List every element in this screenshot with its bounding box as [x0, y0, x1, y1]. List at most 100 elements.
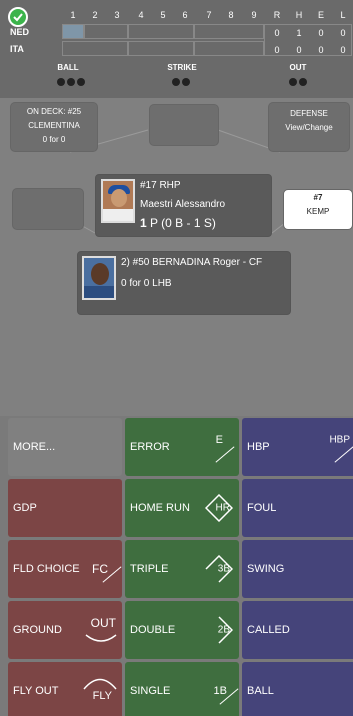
ground-arc-icon [85, 634, 117, 642]
single-tag: 1B [213, 685, 227, 697]
error-tag: E [215, 434, 223, 446]
hbp-label: HBP [247, 441, 270, 453]
batter-stats: 0 for 0 LHB [121, 278, 172, 289]
pitcher-number: #17 RHP [140, 180, 181, 191]
foul-label: FOUL [247, 502, 277, 514]
home-run-tag: HR [215, 502, 230, 514]
fly-out-button[interactable]: FLY OUT FLY [8, 662, 122, 716]
runs-away: 0 [274, 28, 280, 38]
catcher-number: #7 [313, 193, 323, 202]
hits-home: 0 [296, 45, 302, 55]
errors-home: 0 [318, 45, 324, 55]
inning-header: 1 [70, 10, 76, 20]
out-count-label: OUT [289, 63, 307, 72]
called-button[interactable]: CALLED [242, 601, 353, 659]
fly-out-label: FLY OUT [13, 685, 59, 697]
fld-choice-label: FLD CHOICE [13, 563, 80, 575]
ground-button[interactable]: GROUND OUT [8, 601, 122, 659]
called-label: CALLED [247, 624, 290, 636]
errors-away: 0 [318, 28, 324, 38]
ground-label: GROUND [13, 624, 62, 636]
pitch-count-total: 1 [140, 216, 147, 230]
double-label: DOUBLE [130, 624, 176, 636]
gdp-button[interactable]: GDP [8, 479, 122, 537]
inning-cell [194, 24, 264, 39]
inning-header: 9 [251, 10, 257, 20]
pitch-count-detail: P (0 B - 1 S) [150, 216, 216, 230]
triple-tag: 3B [217, 563, 230, 575]
second-base-box[interactable] [149, 104, 219, 146]
pitcher-photo [101, 179, 135, 223]
on-deck-name: CLEMENTINA [28, 121, 80, 130]
on-deck-stats: 0 for 0 [42, 135, 66, 144]
ball-label: BALL [247, 685, 274, 697]
more-label: MORE... [13, 441, 56, 453]
errors-header: E [317, 10, 324, 20]
lob-header: L [340, 10, 346, 20]
slash-icon [334, 446, 353, 463]
inning-cell [194, 41, 264, 56]
inning-header: 4 [138, 10, 144, 20]
inning-header: 8 [228, 10, 234, 20]
pitch-count: 1 P (0 B - 1 S) [140, 216, 216, 230]
ball-button[interactable]: BALL [242, 662, 353, 716]
strike-dots [172, 78, 190, 86]
lob-away: 0 [340, 28, 346, 38]
inning-header: 5 [160, 10, 166, 20]
home-run-button[interactable]: HOME RUN HR [125, 479, 239, 537]
strike-count-label: STRIKE [167, 63, 197, 72]
hits-header: H [295, 10, 303, 20]
third-base-box[interactable] [12, 188, 84, 230]
ground-tag: OUT [90, 616, 116, 630]
team-name-home: ITA [10, 44, 24, 54]
triple-label: TRIPLE [130, 563, 169, 575]
pitcher-name: Maestri Alessandro [140, 199, 226, 210]
error-button[interactable]: ERROR E [125, 418, 239, 476]
scoreboard: 1 2 3 4 5 6 7 8 9 R H E L NED ITA 0 1 0 … [0, 0, 353, 98]
slash-icon [215, 446, 235, 463]
hits-away: 1 [296, 28, 302, 38]
swing-button[interactable]: SWING [242, 540, 353, 598]
fly-arc-icon [83, 678, 117, 690]
double-tag: 2B [217, 624, 230, 636]
batter-photo [82, 256, 116, 300]
hbp-tag: HBP [329, 434, 350, 446]
team-name-away: NED [10, 27, 30, 37]
foul-button[interactable]: FOUL [242, 479, 353, 537]
hbp-button[interactable]: HBP HBP [242, 418, 353, 476]
gdp-label: GDP [13, 502, 37, 514]
defense-label: DEFENSE [290, 109, 328, 118]
home-run-label: HOME RUN [130, 502, 190, 514]
fld-choice-button[interactable]: FLD CHOICE FC [8, 540, 122, 598]
batter-name: 2) #50 BERNADINA Roger - CF [121, 257, 263, 268]
ball-dots [57, 78, 85, 86]
inning-header: 6 [182, 10, 188, 20]
catcher-info: #7 KEMP [283, 191, 353, 219]
more-button[interactable]: MORE... [8, 418, 122, 476]
inning-cell [128, 41, 194, 56]
swing-label: SWING [247, 563, 285, 575]
lob-home: 0 [340, 45, 346, 55]
fld-choice-tag: FC [92, 562, 108, 576]
runs-home: 0 [274, 45, 280, 55]
single-button[interactable]: SINGLE 1B [125, 662, 239, 716]
check-icon[interactable] [8, 7, 28, 27]
runs-header: R [273, 10, 281, 20]
out-dots [289, 78, 307, 86]
field-view: ON DECK: #25 CLEMENTINA 0 for 0 DEFENSE … [0, 98, 353, 416]
catcher-name: KEMP [306, 207, 330, 216]
on-deck-number: ON DECK: #25 [26, 107, 82, 116]
defense-action: View/Change [285, 123, 333, 132]
on-deck-info: ON DECK: #25 CLEMENTINA 0 for 0 [10, 105, 98, 147]
triple-button[interactable]: TRIPLE 3B [125, 540, 239, 598]
inning-header: 7 [206, 10, 212, 20]
inning-cell [128, 24, 194, 39]
error-label: ERROR [130, 441, 170, 453]
inning-cell-active [62, 24, 84, 39]
fly-out-tag: FLY [92, 690, 112, 702]
double-button[interactable]: DOUBLE 2B [125, 601, 239, 659]
single-label: SINGLE [130, 685, 171, 697]
inning-cell [84, 24, 128, 39]
ball-count-label: BALL [57, 63, 79, 72]
defense-info: DEFENSE View/Change [268, 107, 350, 135]
